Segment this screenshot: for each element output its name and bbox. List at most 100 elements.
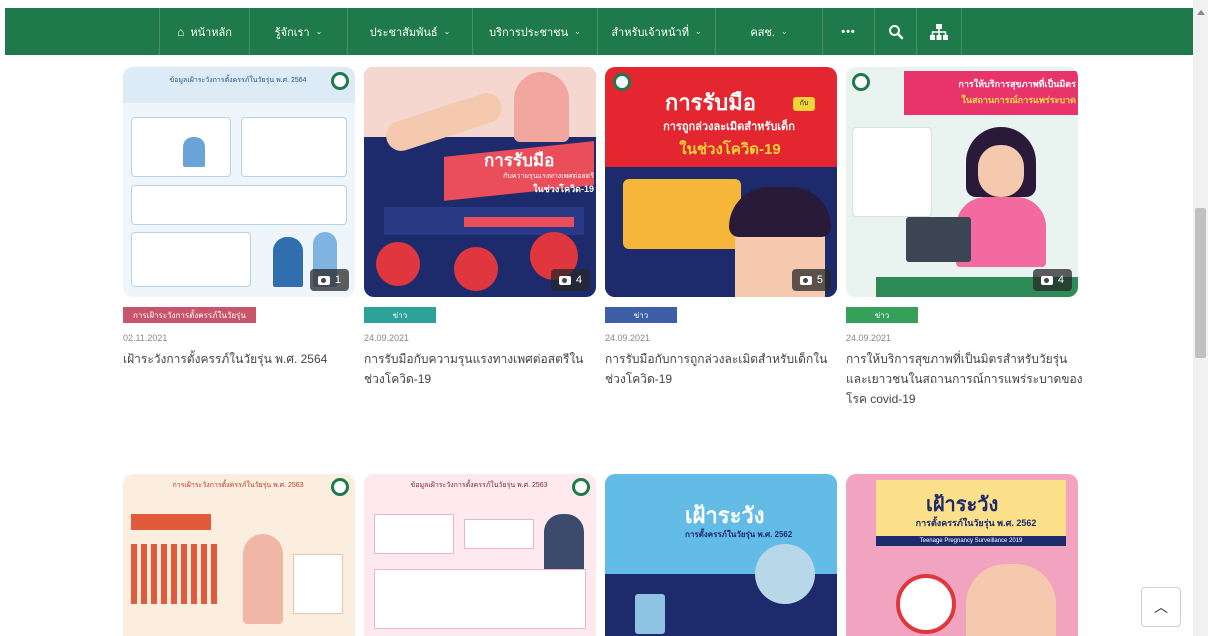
gallery-card[interactable]: การให้บริการสุขภาพที่เป็นมิตร ในสถานการณ… [846, 67, 1083, 427]
card-thumbnail[interactable]: เฝ้าระวัง การตั้งครรภ์ในวัยรุ่น พ.ศ. 256… [605, 474, 837, 636]
bottle-illustration [635, 594, 665, 634]
nav-item-label: สำหรับเจ้าหน้าที่ [611, 26, 689, 39]
infographic-panel [131, 117, 231, 177]
navbar-right-filler [962, 8, 1193, 55]
image-count-badge: 4 [550, 269, 590, 291]
nav-item-about[interactable]: รู้จักเรา ⌄ [250, 8, 348, 55]
sitemap-icon [930, 23, 948, 40]
chevron-down-icon: ⌄ [574, 27, 581, 36]
info-box [852, 127, 932, 217]
main-navbar: ⌂ หน้าหลัก รู้จักเรา ⌄ ประชาสัมพันธ์ ⌄ บ… [5, 8, 1193, 55]
nav-item-staff[interactable]: สำหรับเจ้าหน้าที่ ⌄ [598, 8, 716, 55]
nav-item-public-services[interactable]: บริการประชาชน ⌄ [473, 8, 598, 55]
infographic-panel [241, 117, 347, 177]
fetus-illustration [755, 544, 815, 604]
sitemap-button[interactable] [917, 8, 962, 55]
card-thumbnail[interactable]: การรับมือ กับความรุนแรงทางเพศต่อสตรี ในช… [364, 67, 596, 297]
info-box [623, 179, 741, 249]
thumb-subtitle: ในช่วงโควิด-19 [679, 141, 781, 158]
category-tag[interactable]: ข่าว [605, 307, 677, 323]
image-count-badge: 5 [791, 269, 831, 291]
nav-item-news[interactable]: ประชาสัมพันธ์ ⌄ [348, 8, 473, 55]
thumb-subtitle: การตั้งครรภ์ในวัยรุ่น พ.ศ. 2562 [685, 530, 793, 539]
category-tag[interactable]: การเฝ้าระวังการตั้งครรภ์ในวัยรุ่น [123, 307, 256, 323]
thumb-title: ข้อมูลเฝ้าระวังการตั้งครรภ์ในวัยรุ่น พ.ศ… [410, 482, 548, 489]
post-date: 24.09.2021 [605, 333, 651, 343]
navbar-left-spacer [5, 8, 160, 55]
nav-item-label: ประชาสัมพันธ์ [369, 26, 438, 39]
thumb-title: ข้อมูลเฝ้าระวังการตั้งครรภ์ในวัยรุ่น พ.ศ… [169, 77, 307, 84]
gallery-card[interactable]: การรับมือ กับ การถูกล่วงละเมิดสำหรับเด็ก… [605, 67, 837, 427]
post-title[interactable]: การรับมือกับความรุนแรงทางเพศต่อสตรีในช่ว… [364, 349, 604, 389]
vertical-scrollbar[interactable] [1193, 0, 1208, 636]
woman-illustration [966, 564, 1056, 636]
moph-logo [613, 73, 631, 91]
gallery-card[interactable]: การรับมือ กับความรุนแรงทางเพศต่อสตรี ในช… [364, 67, 596, 427]
chevron-down-icon: ⌄ [443, 27, 451, 36]
thumb-subtitle: ในช่วงโควิด-19 [533, 184, 594, 194]
card-thumbnail[interactable]: การรับมือ กับ การถูกล่วงละเมิดสำหรับเด็ก… [605, 67, 837, 297]
info-box [374, 514, 454, 554]
nav-item-label: รู้จักเรา [274, 26, 310, 39]
post-date: 24.09.2021 [364, 333, 410, 343]
card-thumbnail[interactable]: เฝ้าระวัง การตั้งครรภ์ในวัยรุ่น พ.ศ. 256… [846, 474, 1078, 636]
chevron-down-icon: ⌄ [694, 27, 702, 36]
figure-illustration [243, 534, 283, 624]
image-count-badge: 1 [309, 269, 349, 291]
gallery-card[interactable]: การเฝ้าระวังการตั้งครรภ์ในวัยรุ่น พ.ศ. 2… [123, 474, 355, 636]
nav-item-committee[interactable]: คสช. ⌄ [716, 8, 823, 55]
scroll-up-arrow[interactable] [1197, 10, 1205, 15]
image-count-badge: 4 [1032, 269, 1072, 291]
thumb-subtitle: การถูกล่วงละเมิดสำหรับเด็ก [663, 121, 795, 133]
nav-item-label: บริการประชาชน [489, 26, 569, 39]
post-date: 02.11.2021 [123, 333, 168, 343]
gallery-card[interactable]: เฝ้าระวัง การตั้งครรภ์ในวัยรุ่น พ.ศ. 256… [605, 474, 837, 636]
infographic-panel [131, 232, 251, 287]
search-button[interactable] [875, 8, 917, 55]
thumb-title: การเฝ้าระวังการตั้งครรภ์ในวัยรุ่น พ.ศ. 2… [172, 482, 304, 489]
chevron-up-icon: ︿ [1154, 599, 1168, 615]
info-box [374, 569, 586, 629]
thumb-title: การรับมือ [484, 151, 555, 170]
scroll-to-top-button[interactable]: ︿ [1141, 587, 1181, 627]
category-tag[interactable]: ข่าว [846, 307, 918, 323]
pictogram-circle [376, 242, 420, 286]
pictogram-grid [131, 544, 221, 604]
post-title[interactable]: เฝ้าระวังการตั้งครรภ์ในวัยรุ่น พ.ศ. 2564 [123, 349, 363, 369]
thumb-english-title: Teenage Pregnancy Surveillance 2019 [876, 536, 1066, 546]
moph-logo [331, 72, 349, 90]
gallery-card[interactable]: ข้อมูลเฝ้าระวังการตั้งครรภ์ในวัยรุ่น พ.ศ… [123, 67, 355, 427]
home-icon: ⌂ [177, 24, 185, 39]
pictogram-circle [454, 247, 498, 291]
category-tag[interactable]: ข่าว [364, 307, 436, 323]
scrollbar-thumb[interactable] [1195, 208, 1206, 358]
info-box [293, 554, 343, 614]
more-menu-button[interactable]: ••• [823, 8, 875, 55]
gallery-card[interactable]: ข้อมูลเฝ้าระวังการตั้งครรภ์ในวัยรุ่น พ.ศ… [364, 474, 596, 636]
prohibition-icon [896, 574, 956, 634]
post-date: 24.09.2021 [846, 333, 892, 343]
laptop-illustration [906, 217, 971, 262]
info-strip [131, 514, 211, 530]
card-thumbnail[interactable]: ข้อมูลเฝ้าระวังการตั้งครรภ์ในวัยรุ่น พ.ศ… [364, 474, 596, 636]
gallery-card[interactable]: เฝ้าระวัง การตั้งครรภ์ในวัยรุ่น พ.ศ. 256… [846, 474, 1078, 636]
infographic-panel [131, 185, 347, 225]
woman-face [978, 145, 1024, 197]
thumb-subtitle: กับความรุนแรงทางเพศต่อสตรี [503, 173, 594, 180]
card-thumbnail[interactable]: ข้อมูลเฝ้าระวังการตั้งครรภ์ในวัยรุ่น พ.ศ… [123, 67, 355, 297]
card-thumbnail[interactable]: การให้บริการสุขภาพที่เป็นมิตร ในสถานการณ… [846, 67, 1078, 297]
more-icon: ••• [841, 25, 856, 38]
moph-logo [331, 478, 349, 496]
thumb-tag: กับ [793, 97, 815, 111]
thumb-subtitle: การตั้งครรภ์ในวัยรุ่น พ.ศ. 2562 [915, 518, 1037, 528]
search-icon [888, 24, 903, 39]
camera-icon [317, 275, 330, 285]
nav-item-home[interactable]: ⌂ หน้าหลัก [160, 8, 250, 55]
thumb-title: การรับมือ [665, 90, 756, 115]
card-thumbnail[interactable]: การเฝ้าระวังการตั้งครรภ์ในวัยรุ่น พ.ศ. 2… [123, 474, 355, 636]
woman-illustration [514, 72, 569, 142]
thumb-title: การให้บริการสุขภาพที่เป็นมิตร [958, 79, 1076, 89]
camera-icon [558, 275, 571, 285]
post-title[interactable]: การให้บริการสุขภาพที่เป็นมิตรสำหรับวัยรุ… [846, 349, 1086, 409]
post-title[interactable]: การรับมือกับการถูกล่วงละเมิดสำหรับเด็กใน… [605, 349, 845, 389]
